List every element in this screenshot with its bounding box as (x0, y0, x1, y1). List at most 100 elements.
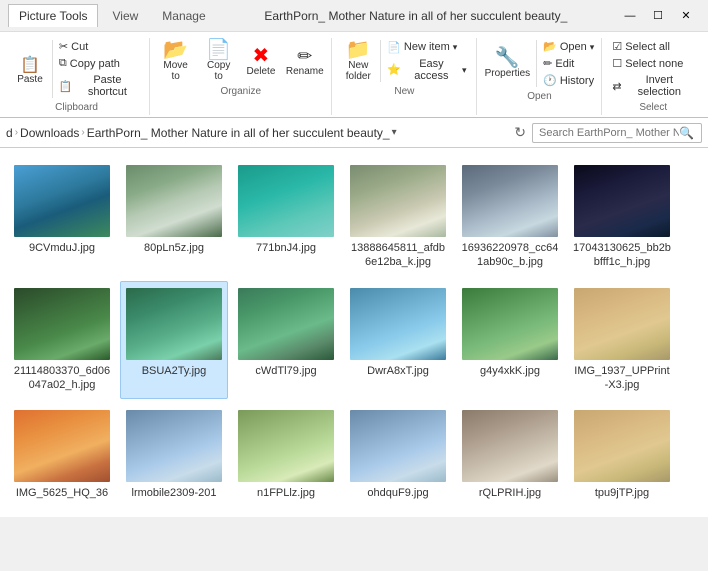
clipboard-content: Paste Cut ⧉ Copy path 📋 Paste shortcut (10, 38, 143, 100)
organize-label: Organize (220, 86, 261, 99)
tab-view[interactable]: View (102, 5, 148, 27)
select-all-icon: ☑ (612, 40, 622, 53)
ribbon-group-select: ☑ Select all ☐ Select none ⇄ Invert sele… (602, 38, 704, 115)
open-button[interactable]: 📂 Open (539, 38, 598, 55)
tab-picture-tools[interactable]: Picture Tools (8, 4, 98, 27)
easy-access-icon: ⭐ (387, 63, 401, 76)
easy-access-chevron (462, 64, 467, 76)
select-none-button[interactable]: ☐ Select none (608, 55, 698, 72)
select-label: Select (639, 102, 667, 115)
file-item[interactable]: 771bnJ4.jpg (232, 158, 340, 277)
history-button[interactable]: 🕐 History (539, 72, 598, 89)
history-icon: 🕐 (543, 74, 557, 87)
copy-to-button[interactable]: Copy to (198, 38, 239, 84)
file-thumbnail (574, 410, 670, 482)
new-folder-icon (346, 40, 371, 60)
edit-button[interactable]: ✏ Edit (539, 55, 598, 72)
bc-root[interactable]: d (6, 126, 13, 140)
file-item[interactable]: g4y4xkK.jpg (456, 281, 564, 400)
file-item[interactable]: n1FPLlz.jpg (232, 403, 340, 507)
file-name: BSUA2Ty.jpg (142, 364, 207, 378)
file-name: lrmobile2309-201 (132, 486, 217, 500)
file-thumbnail (14, 165, 110, 237)
clipboard-col: Cut ⧉ Copy path 📋 Paste shortcut (55, 38, 143, 100)
bc-folder[interactable]: EarthPorn_ Mother Nature in all of her s… (87, 126, 390, 140)
copy-to-icon (206, 40, 231, 60)
file-item[interactable]: tpu9jTP.jpg (568, 403, 676, 507)
bc-downloads[interactable]: Downloads (20, 126, 79, 140)
cut-icon (59, 40, 68, 53)
file-item[interactable]: 9CVmduJ.jpg (8, 158, 116, 277)
minimize-button[interactable]: — (616, 4, 644, 28)
file-thumbnail (238, 410, 334, 482)
maximize-button[interactable]: ☐ (644, 4, 672, 28)
paste-button[interactable]: Paste (10, 52, 50, 87)
delete-button[interactable]: Delete (241, 44, 281, 79)
address-bar: d › Downloads › EarthPorn_ Mother Nature… (0, 118, 708, 148)
new-item-icon: 📄 (387, 41, 401, 54)
file-thumbnail (126, 165, 222, 237)
file-name: 17043130625_bb2bbfff1c_h.jpg (573, 241, 671, 270)
file-thumbnail (14, 288, 110, 360)
file-item[interactable]: lrmobile2309-201 (120, 403, 228, 507)
bc-dropdown[interactable]: ▾ (392, 127, 397, 138)
file-item[interactable]: 21114803370_6d06047a02_h.jpg (8, 281, 116, 400)
file-name: IMG_1937_UPPrint-X3.jpg (573, 364, 671, 393)
move-to-button[interactable]: Move to (155, 38, 197, 84)
file-item[interactable]: rQLPRIH.jpg (456, 403, 564, 507)
search-box[interactable]: 🔍 (532, 123, 702, 143)
new-label: New (394, 86, 414, 99)
select-all-button[interactable]: ☑ Select all (608, 38, 698, 55)
file-name: 9CVmduJ.jpg (29, 241, 95, 255)
file-thumbnail (462, 165, 558, 237)
select-none-icon: ☐ (612, 57, 622, 70)
file-item[interactable]: 16936220978_cc641ab90c_b.jpg (456, 158, 564, 277)
file-thumbnail (238, 288, 334, 360)
easy-access-button[interactable]: ⭐ Easy access (383, 56, 470, 84)
search-input[interactable] (539, 127, 679, 139)
bc-sep2: › (81, 127, 84, 138)
file-name: g4y4xkK.jpg (480, 364, 540, 378)
file-item[interactable]: 17043130625_bb2bbfff1c_h.jpg (568, 158, 676, 277)
file-item[interactable]: 13888645811_afdb6e12ba_k.jpg (344, 158, 452, 277)
file-name: 13888645811_afdb6e12ba_k.jpg (349, 241, 447, 270)
invert-selection-button[interactable]: ⇄ Invert selection (608, 72, 698, 100)
file-item[interactable]: BSUA2Ty.jpg (120, 281, 228, 400)
file-thumbnail (350, 165, 446, 237)
window-title: EarthPorn_ Mother Nature in all of her s… (216, 9, 616, 23)
file-name: IMG_5625_HQ_36 (16, 486, 108, 500)
file-item[interactable]: cWdTl79.jpg (232, 281, 340, 400)
copy-path-button[interactable]: ⧉ Copy path (55, 55, 143, 72)
file-item[interactable]: IMG_5625_HQ_36 (8, 403, 116, 507)
file-name: tpu9jTP.jpg (595, 486, 649, 500)
file-area: 9CVmduJ.jpg 80pLn5z.jpg 771bnJ4.jpg 1388864… (0, 148, 708, 517)
cut-button[interactable]: Cut (55, 38, 143, 55)
file-name: 80pLn5z.jpg (144, 241, 204, 255)
rename-button[interactable]: Rename (283, 44, 327, 79)
refresh-button[interactable]: ↻ (514, 124, 526, 141)
tab-manage[interactable]: Manage (152, 5, 215, 27)
file-item[interactable]: 80pLn5z.jpg (120, 158, 228, 277)
file-thumbnail (462, 288, 558, 360)
file-item[interactable]: ohdquF9.jpg (344, 403, 452, 507)
title-bar-left: Picture Tools View Manage (8, 4, 216, 27)
paste-shortcut-button[interactable]: 📋 Paste shortcut (55, 72, 143, 100)
file-thumbnail (574, 288, 670, 360)
file-item[interactable]: IMG_1937_UPPrint-X3.jpg (568, 281, 676, 400)
file-item[interactable]: DwrA8xT.jpg (344, 281, 452, 400)
separator2 (380, 40, 381, 82)
new-item-button[interactable]: 📄 New item (383, 39, 470, 56)
organize-content: Move to Copy to Delete Rename (155, 38, 327, 84)
new-folder-button[interactable]: New folder (338, 38, 378, 84)
ribbon-row: Paste Cut ⧉ Copy path 📋 Paste shortcut (0, 36, 708, 117)
new-item-chevron (453, 41, 458, 53)
breadcrumb[interactable]: d › Downloads › EarthPorn_ Mother Nature… (6, 126, 508, 140)
open-content: Properties 📂 Open ✏ Edit 🕐 Hist (481, 38, 599, 89)
close-button[interactable]: ✕ (672, 4, 700, 28)
file-thumbnail (126, 288, 222, 360)
copy-path-icon: ⧉ (59, 57, 67, 70)
properties-button[interactable]: Properties (481, 46, 535, 81)
ribbon-group-open: Properties 📂 Open ✏ Edit 🕐 Hist (477, 38, 602, 115)
file-name: 771bnJ4.jpg (256, 241, 316, 255)
file-thumbnail (350, 410, 446, 482)
